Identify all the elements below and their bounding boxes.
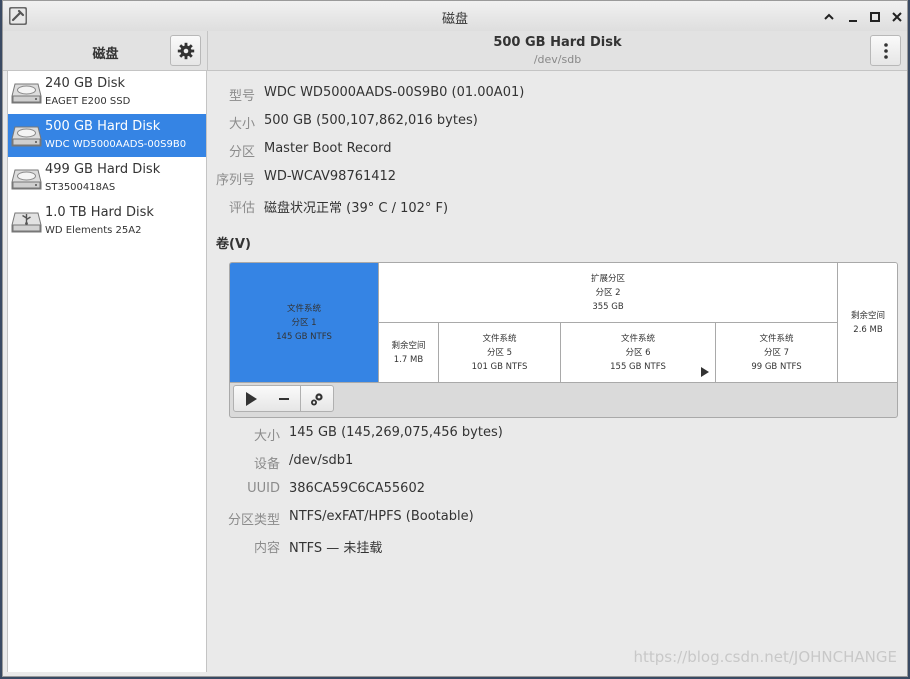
partition-label: 分区 2 (595, 287, 621, 298)
partition-1-block[interactable]: 文件系统 分区 1 145 GB NTFS (230, 263, 379, 383)
title-bar: 磁盘 (3, 1, 907, 32)
info-key: 评估 (228, 201, 255, 216)
disk-model: EAGET E200 SSD (45, 96, 131, 107)
hard-disk-icon (11, 169, 42, 190)
partition-label: 355 GB (592, 301, 624, 312)
info-key: 设备 (253, 457, 280, 472)
partition-label: 101 GB NTFS (471, 361, 528, 372)
partition-label: 分区 6 (625, 347, 651, 358)
info-key: 序列号 (215, 173, 255, 188)
disk-item-240gb[interactable]: 240 GB Disk EAGET E200 SSD (8, 71, 206, 114)
info-value: NTFS — 未挂载 (289, 541, 383, 556)
info-value: NTFS/exFAT/HPFS (Bootable) (289, 509, 474, 524)
partition-label: 文件系统 (759, 333, 794, 344)
partition-label: 2.6 MB (853, 324, 883, 335)
free-space-block[interactable]: 剩余空间 1.7 MB (379, 323, 439, 383)
minus-icon (278, 398, 289, 400)
disk-name: 499 GB Hard Disk (45, 162, 161, 177)
sidebar-header: 磁盘 (3, 31, 208, 71)
info-key: 大小 (253, 429, 280, 444)
info-key: 型号 (228, 89, 255, 104)
partition-label: 文件系统 (482, 333, 517, 344)
disk-model: WD Elements 25A2 (45, 225, 142, 236)
play-icon (245, 392, 257, 406)
partition-label: 分区 5 (486, 347, 513, 358)
info-value: 145 GB (145,269,075,456 bytes) (289, 425, 503, 440)
disk-name: 500 GB Hard Disk (45, 119, 161, 134)
partition-label: 剩余空间 (391, 340, 426, 351)
partition-label: 1.7 MB (393, 354, 424, 365)
drive-menu-button[interactable] (870, 35, 901, 66)
gear-icon (177, 42, 194, 60)
watermark: https://blog.csdn.net/JOHNCHANGE (633, 648, 897, 666)
partition-5-block[interactable]: 文件系统 分区 5 101 GB NTFS (439, 323, 561, 383)
info-key: 内容 (253, 541, 280, 556)
partition-label: 文件系统 (286, 303, 321, 314)
partition-label: 分区 7 (763, 347, 790, 358)
window-title: 磁盘 (441, 12, 468, 27)
partition-label: 155 GB NTFS (610, 361, 666, 372)
partition-label: 分区 1 (291, 317, 317, 328)
partition-label: 剩余空间 (850, 310, 885, 321)
settings-button[interactable] (170, 35, 201, 66)
volume-map: 文件系统 分区 1 145 GB NTFS 扩展分区 分区 2 355 GB 剩… (229, 262, 898, 418)
collapse-icon[interactable] (821, 9, 837, 25)
disk-model: WDC WD5000AADS-00S9B0 (45, 139, 187, 150)
info-value: 磁盘状况正常 (39° C / 102° F) (264, 201, 449, 216)
disks-window: 磁盘 磁盘 500 GB Hard Disk /dev/sdb 240 GB D… (2, 0, 908, 677)
delete-partition-button[interactable] (267, 385, 301, 412)
usb-drive-icon (11, 212, 42, 233)
hard-disk-icon (11, 126, 42, 147)
maximize-icon[interactable] (867, 9, 883, 25)
volumes-label: 卷(V) (216, 237, 251, 252)
partition-label: 文件系统 (620, 333, 655, 344)
info-value: WD-WCAV98761412 (264, 169, 397, 184)
disk-item-499gb[interactable]: 499 GB Hard Disk ST3500418AS (8, 157, 206, 200)
info-value: 500 GB (500,107,862,016 bytes) (264, 113, 478, 128)
info-value: Master Boot Record (264, 141, 392, 156)
hard-disk-icon (11, 83, 42, 104)
free-space-block[interactable]: 剩余空间 2.6 MB (838, 263, 897, 383)
disk-name: 240 GB Disk (45, 76, 125, 91)
mount-button[interactable] (233, 385, 268, 412)
partition-6-block[interactable]: 文件系统 分区 6 155 GB NTFS (561, 323, 716, 383)
disk-list: 240 GB Disk EAGET E200 SSD 500 GB Hard D… (7, 71, 207, 672)
drive-title: 500 GB Hard Disk (493, 35, 622, 50)
info-key: 分区 (228, 145, 255, 160)
gears-icon (311, 393, 323, 406)
info-value: /dev/sdb1 (289, 453, 354, 468)
drive-device-path: /dev/sdb (533, 53, 582, 66)
mounted-play-icon (701, 367, 709, 377)
disk-item-500gb[interactable]: 500 GB Hard Disk WDC WD5000AADS-00S9B0 (8, 114, 206, 157)
partition-label: 99 GB NTFS (751, 361, 802, 372)
disk-item-1tb[interactable]: 1.0 TB Hard Disk WD Elements 25A2 (8, 200, 206, 243)
disk-model: ST3500418AS (45, 182, 116, 193)
info-key: 大小 (228, 117, 255, 132)
minimize-icon[interactable] (845, 9, 861, 25)
info-value: 386CA59C6CA55602 (289, 481, 425, 496)
more-vertical-icon (883, 43, 888, 59)
partition-options-button[interactable] (300, 385, 334, 412)
extended-partition-block[interactable]: 扩展分区 分区 2 355 GB (379, 263, 838, 323)
info-key: UUID (247, 481, 280, 496)
main-header: 500 GB Hard Disk /dev/sdb (208, 31, 907, 71)
close-icon[interactable] (889, 9, 905, 25)
partition-label: 扩展分区 (590, 273, 625, 284)
disk-name: 1.0 TB Hard Disk (45, 205, 154, 220)
partition-label: 145 GB NTFS (276, 331, 332, 342)
info-value: WDC WD5000AADS-00S9B0 (01.00A01) (264, 85, 525, 100)
info-key: 分区类型 (227, 513, 280, 528)
partition-7-block[interactable]: 文件系统 分区 7 99 GB NTFS (716, 323, 838, 383)
